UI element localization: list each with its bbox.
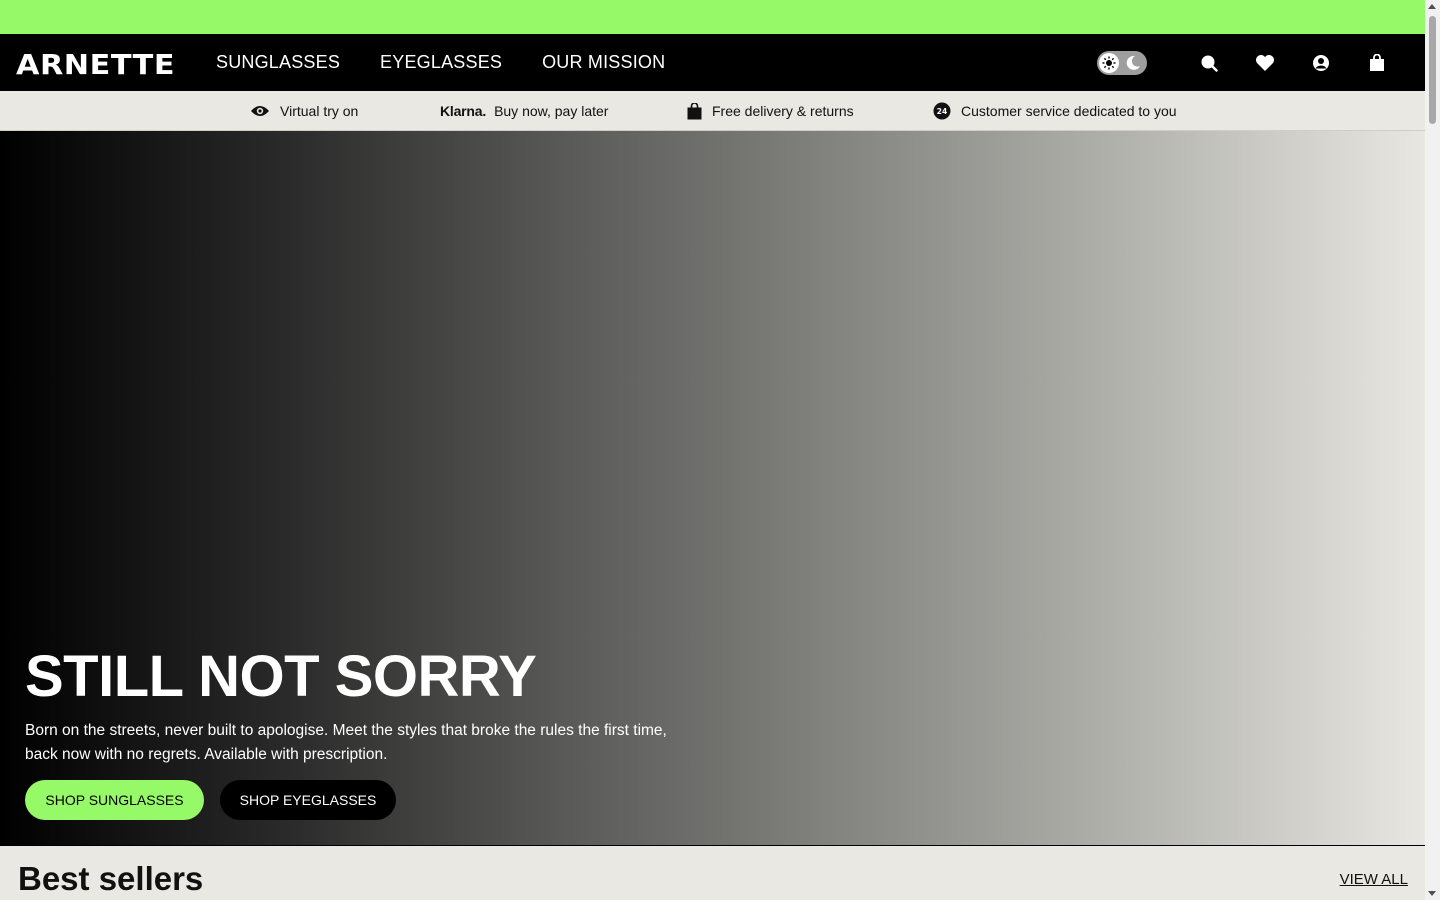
eye-icon xyxy=(250,104,270,118)
hero-description: Born on the streets, never built to apol… xyxy=(25,722,667,763)
nav-link-eyeglasses[interactable]: EYEGLASSES xyxy=(380,52,502,73)
moon-icon xyxy=(1124,54,1142,77)
account-icon[interactable] xyxy=(1293,34,1349,91)
best-sellers-section: Best sellers VIEW ALL xyxy=(0,845,1425,900)
klarna-logo: Klarna. xyxy=(440,103,487,119)
promo-banner xyxy=(0,0,1425,34)
shopping-bag-icon[interactable] xyxy=(1349,34,1405,91)
page-scrollbar[interactable] xyxy=(1425,0,1440,900)
usp-label: Customer service dedicated to you xyxy=(961,103,1177,119)
scrollbar-thumb[interactable] xyxy=(1429,16,1436,124)
usp-klarna[interactable]: Klarna. Buy now, pay later xyxy=(440,91,608,131)
shop-sunglasses-button[interactable]: SHOP SUNGLASSES xyxy=(25,780,204,820)
usp-bar: Virtual try on Klarna. Buy now, pay late… xyxy=(0,91,1425,131)
brand-logo[interactable]: ARNETTE xyxy=(16,48,175,81)
scroll-down-icon[interactable] xyxy=(1428,891,1436,896)
usp-label: Free delivery & returns xyxy=(712,103,854,119)
main-navigation: ARNETTE SUNGLASSES EYEGLASSES OUR MISSIO… xyxy=(0,34,1425,91)
search-icon[interactable] xyxy=(1181,34,1237,91)
usp-customer-service[interactable]: 24 Customer service dedicated to you xyxy=(933,91,1177,131)
24h-support-icon: 24 xyxy=(933,102,951,120)
sun-icon xyxy=(1099,52,1119,73)
usp-label: Buy now, pay later xyxy=(494,103,609,119)
nav-link-our-mission[interactable]: OUR MISSION xyxy=(542,52,665,73)
hero-banner: STILL NOT SORRY Born on the streets, nev… xyxy=(0,131,1425,845)
usp-free-delivery[interactable]: Free delivery & returns xyxy=(687,91,854,131)
theme-toggle[interactable] xyxy=(1097,50,1147,77)
heart-icon[interactable] xyxy=(1237,34,1293,91)
shopping-bag-icon xyxy=(687,102,702,120)
best-sellers-title: Best sellers xyxy=(18,860,204,897)
scroll-up-icon[interactable] xyxy=(1428,4,1436,9)
svg-text:24: 24 xyxy=(937,107,947,116)
usp-virtual-try-on[interactable]: Virtual try on xyxy=(250,91,358,131)
shop-eyeglasses-button[interactable]: SHOP EYEGLASSES xyxy=(220,780,396,820)
usp-label: Virtual try on xyxy=(280,103,359,119)
nav-link-sunglasses[interactable]: SUNGLASSES xyxy=(216,52,340,73)
nav-links: SUNGLASSES EYEGLASSES OUR MISSION xyxy=(216,34,665,91)
nav-actions xyxy=(1097,34,1405,91)
hero-title: STILL NOT SORRY xyxy=(25,644,537,709)
view-all-link[interactable]: VIEW ALL xyxy=(1340,871,1408,888)
